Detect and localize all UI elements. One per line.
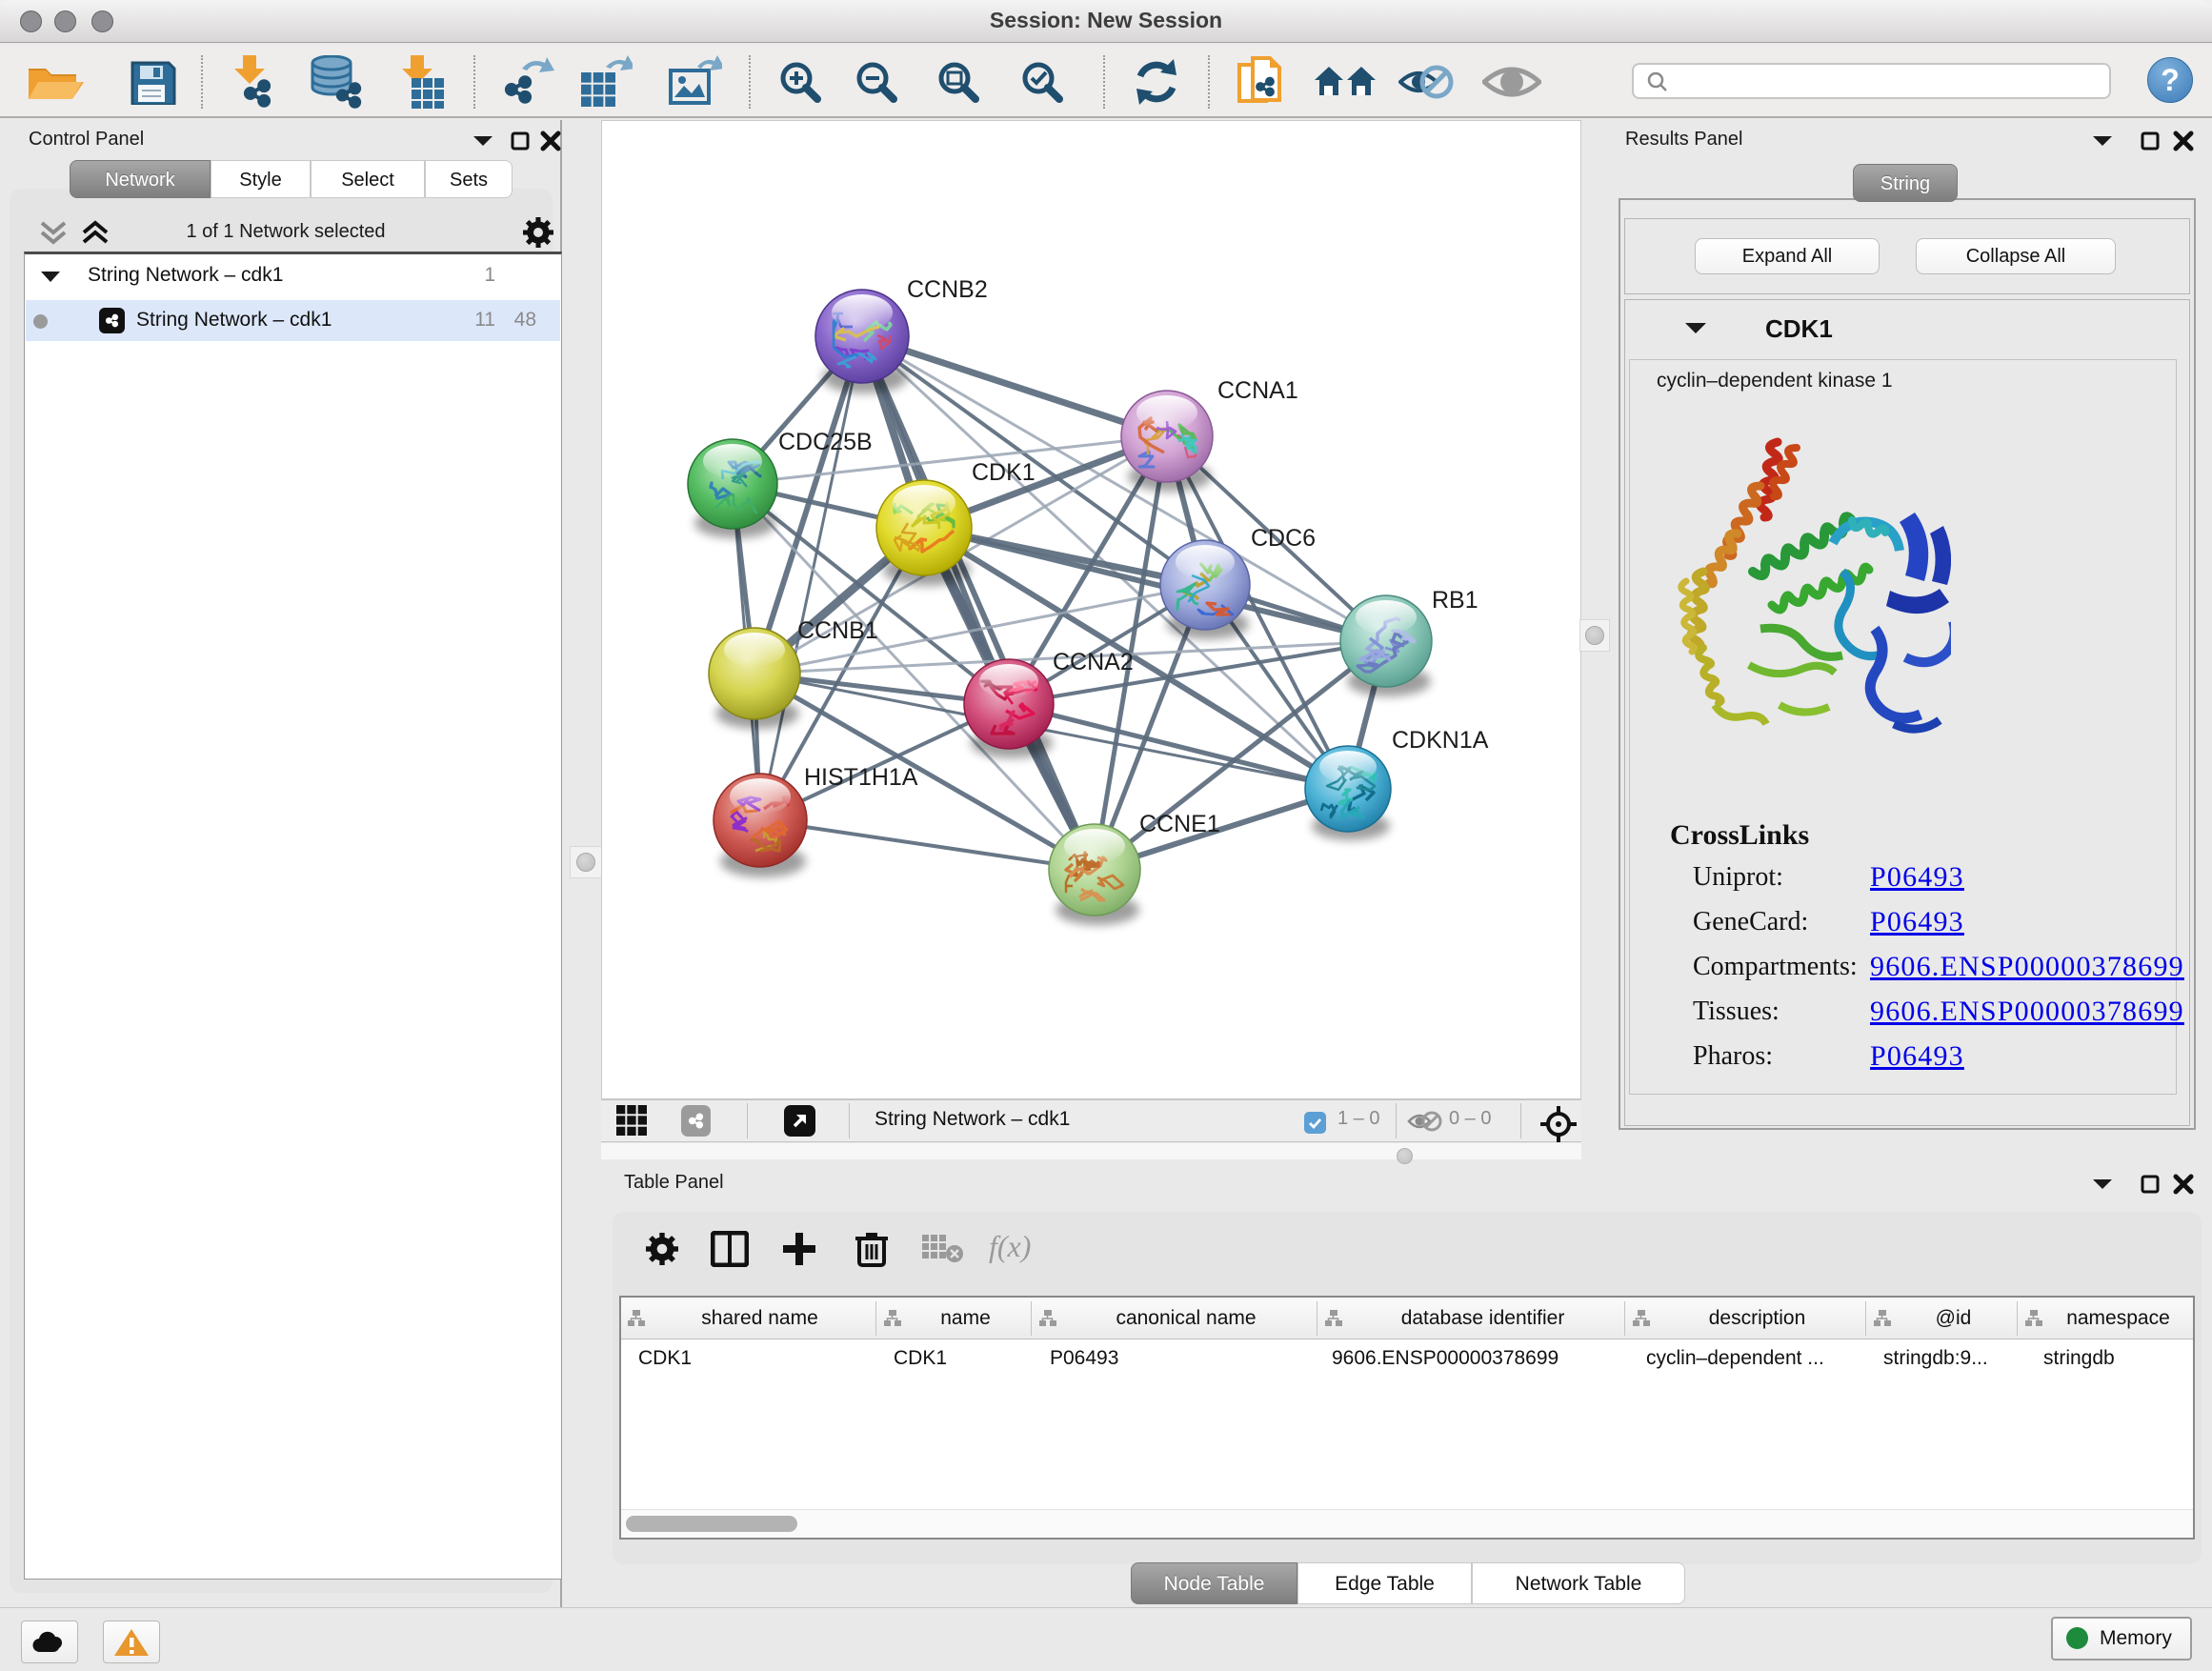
svg-text:CDC25B: CDC25B (778, 429, 873, 455)
svg-text:CCNA1: CCNA1 (1217, 377, 1298, 404)
svg-text:CCNB2: CCNB2 (907, 276, 988, 303)
svg-text:RB1: RB1 (1432, 587, 1478, 614)
svg-text:CCNE1: CCNE1 (1139, 811, 1220, 837)
svg-text:CCNA2: CCNA2 (1053, 649, 1134, 675)
svg-text:CDKN1A: CDKN1A (1392, 727, 1489, 754)
svg-text:CDK1: CDK1 (972, 459, 1036, 486)
svg-text:CDC6: CDC6 (1251, 525, 1316, 552)
svg-text:CCNB1: CCNB1 (797, 617, 878, 644)
svg-text:HIST1H1A: HIST1H1A (804, 764, 918, 791)
